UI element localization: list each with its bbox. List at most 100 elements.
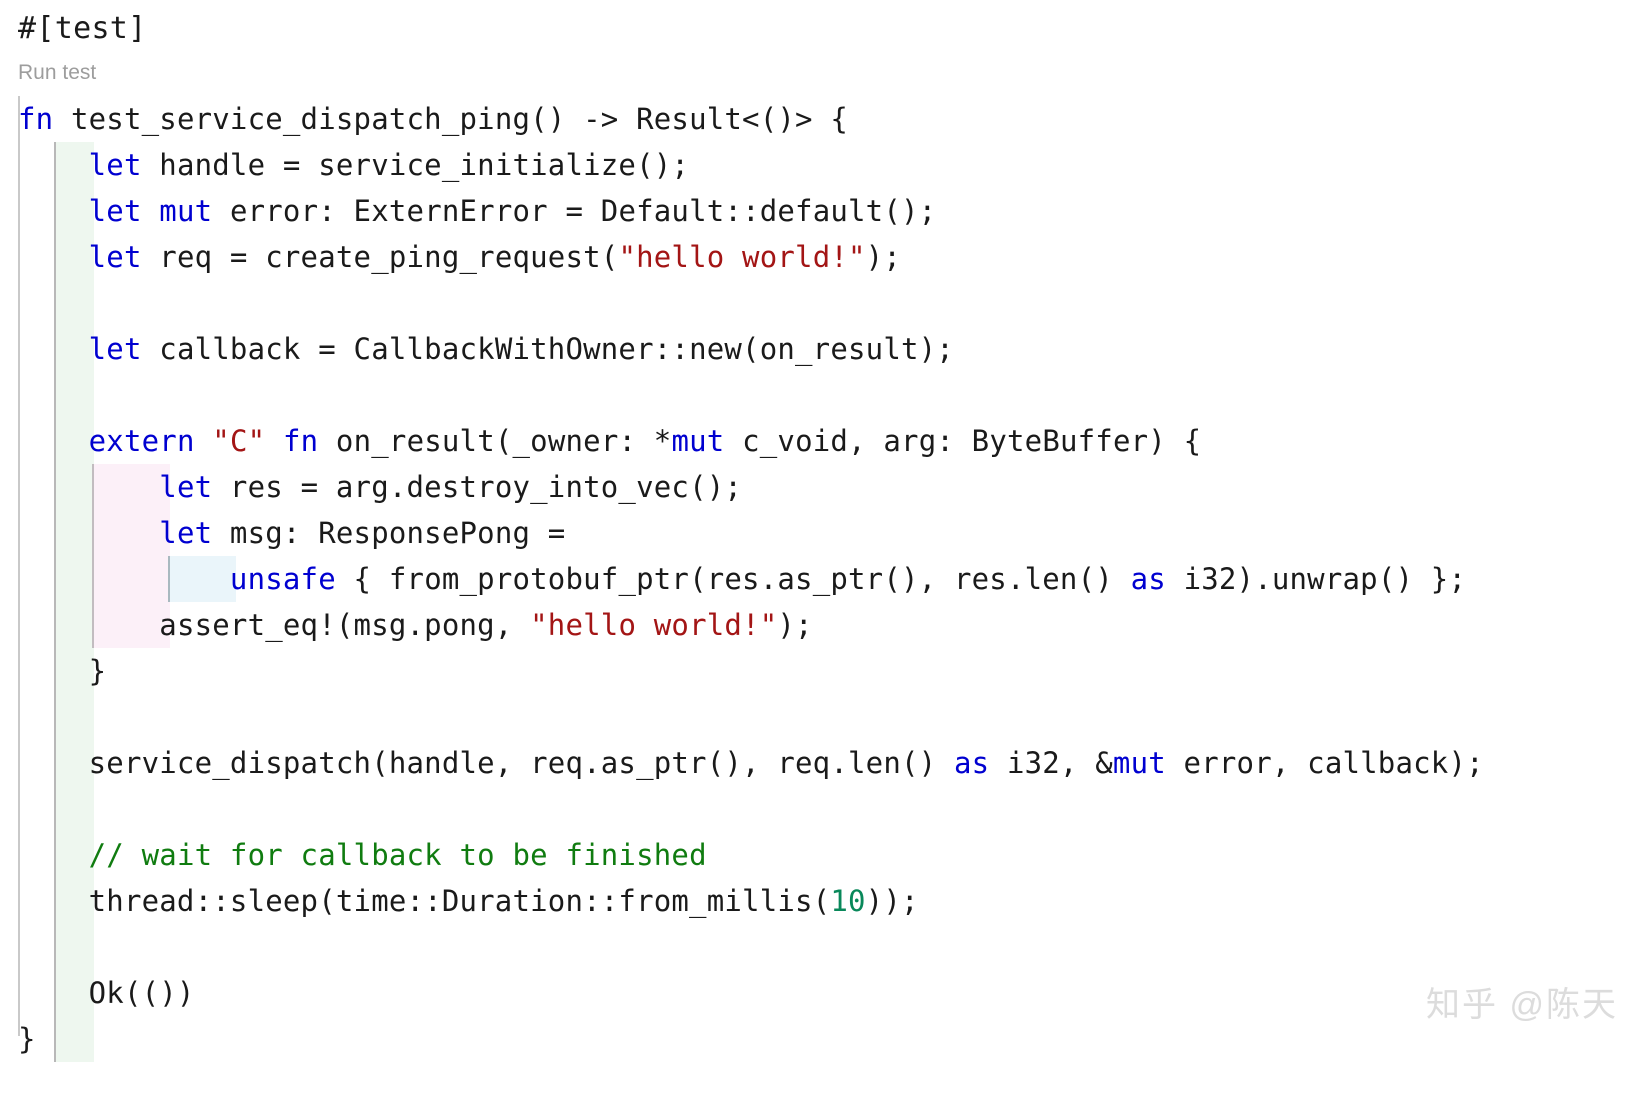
token-kw: let (88, 240, 142, 274)
token-plain: error: ExternError = Default::default(); (212, 194, 937, 228)
line-thread-sleep[interactable]: thread::sleep(time::Duration::from_milli… (0, 878, 1646, 924)
line-unsafe-block[interactable]: unsafe { from_protobuf_ptr(res.as_ptr(),… (0, 556, 1646, 602)
test-attribute: #[test] (18, 11, 147, 46)
token-kw: mut (671, 424, 725, 458)
token-str: "hello world!" (530, 608, 778, 642)
code-text: let msg: ResponsePong = (0, 510, 1646, 556)
code-text: let res = arg.destroy_into_vec(); (0, 464, 1646, 510)
token-kw: let (159, 470, 213, 504)
line-blank-3[interactable] (0, 694, 1646, 740)
code-text: Ok(()) (0, 970, 1646, 1016)
token-plain: i32).unwrap() }; (1165, 562, 1467, 596)
token-plain: res = arg.destroy_into_vec(); (212, 470, 743, 504)
line-let-res[interactable]: let res = arg.destroy_into_vec(); (0, 464, 1646, 510)
token-plain: c_void, arg: ByteBuffer) { (724, 424, 1202, 458)
code-editor-surface: #[test] Run test fn test_service_dispatc… (0, 0, 1646, 1112)
fn-body-scope-bg (56, 694, 94, 740)
token-num: 10 (830, 884, 866, 918)
line-comment-wait[interactable]: // wait for callback to be finished (0, 832, 1646, 878)
token-plain: i32, & (989, 746, 1113, 780)
line-blank-2[interactable] (0, 372, 1646, 418)
line-service-dispatch[interactable]: service_dispatch(handle, req.as_ptr(), r… (0, 740, 1646, 786)
token-kw: extern (88, 424, 195, 458)
line-let-mut-error[interactable]: let mut error: ExternError = Default::de… (0, 188, 1646, 234)
code-text: unsafe { from_protobuf_ptr(res.as_ptr(),… (0, 556, 1646, 602)
token-plain: { from_protobuf_ptr(res.as_ptr(), res.le… (335, 562, 1131, 596)
code-text: let handle = service_initialize(); (0, 142, 1646, 188)
token-plain: on_result(_owner: * (318, 424, 672, 458)
token-plain: callback = CallbackWithOwner::new(on_res… (141, 332, 954, 366)
token-kw: fn (282, 424, 319, 458)
token-kw: fn (18, 102, 54, 136)
token-plain: thread::sleep(time::Duration::from_milli… (18, 884, 831, 918)
token-plain: Ok(()) (18, 976, 195, 1010)
fn-body-scope-rule (54, 372, 56, 418)
line-let-callback[interactable]: let callback = CallbackWithOwner::new(on… (0, 326, 1646, 372)
token-kw: unsafe (229, 562, 336, 596)
token-plain: ); (777, 608, 813, 642)
token-kw: as (1130, 562, 1166, 596)
token-cmt: // wait for callback to be finished (88, 838, 707, 872)
token-plain: error, callback); (1165, 746, 1484, 780)
token-kw: let (88, 332, 142, 366)
fn-body-scope-rule (54, 786, 56, 832)
line-fn-signature[interactable]: fn test_service_dispatch_ping() -> Resul… (0, 96, 1646, 142)
token-str: "C" (212, 424, 266, 458)
token-kw: let (88, 148, 142, 182)
line-close-extern[interactable]: } (0, 648, 1646, 694)
token-plain: req = create_ping_request( (141, 240, 619, 274)
token-kw: mut (1112, 746, 1166, 780)
line-ok-return[interactable]: Ok(()) (0, 970, 1646, 1016)
line-extern-fn[interactable]: extern "C" fn on_result(_owner: *mut c_v… (0, 418, 1646, 464)
code-text: } (0, 1016, 1646, 1062)
token-plain: test_service_dispatch_ping() -> Result<(… (53, 102, 849, 136)
line-assert-eq[interactable]: assert_eq!(msg.pong, "hello world!"); (0, 602, 1646, 648)
fn-body-scope-bg (56, 786, 94, 832)
token-plain: ); (865, 240, 901, 274)
line-close-fn[interactable]: } (0, 1016, 1646, 1062)
fn-body-scope-bg (56, 372, 94, 418)
code-text: thread::sleep(time::Duration::from_milli… (0, 878, 1646, 924)
token-kw: mut (159, 194, 213, 228)
token-plain: )); (865, 884, 919, 918)
code-text: // wait for callback to be finished (0, 832, 1646, 878)
token-kw: let (88, 194, 142, 228)
line-let-handle[interactable]: let handle = service_initialize(); (0, 142, 1646, 188)
token-str: "hello world!" (618, 240, 866, 274)
code-text: let mut error: ExternError = Default::de… (0, 188, 1646, 234)
code-text: let callback = CallbackWithOwner::new(on… (0, 326, 1646, 372)
run-test-codelens[interactable]: Run test (18, 58, 96, 88)
code-text: assert_eq!(msg.pong, "hello world!"); (0, 602, 1646, 648)
line-blank-4[interactable] (0, 786, 1646, 832)
token-kw: let (159, 516, 213, 550)
token-kw: as (953, 746, 990, 780)
fn-body-scope-rule (54, 280, 56, 326)
fn-body-scope-bg (56, 924, 94, 970)
token-plain: msg: ResponsePong = (212, 516, 566, 550)
line-let-req[interactable]: let req = create_ping_request("hello wor… (0, 234, 1646, 280)
line-blank-5[interactable] (0, 924, 1646, 970)
token-plain: } (18, 1022, 36, 1056)
line-let-msg[interactable]: let msg: ResponsePong = (0, 510, 1646, 556)
code-text: fn test_service_dispatch_ping() -> Resul… (0, 96, 1646, 142)
line-blank-1[interactable] (0, 280, 1646, 326)
fn-body-scope-rule (54, 694, 56, 740)
fn-body-scope-rule (54, 924, 56, 970)
token-plain: service_dispatch(handle, req.as_ptr(), r… (18, 746, 954, 780)
fn-body-scope-bg (56, 280, 94, 326)
code-lines-container: fn test_service_dispatch_ping() -> Resul… (0, 96, 1646, 1062)
token-plain: handle = service_initialize(); (141, 148, 690, 182)
token-plain: assert_eq!(msg.pong, (159, 608, 531, 642)
